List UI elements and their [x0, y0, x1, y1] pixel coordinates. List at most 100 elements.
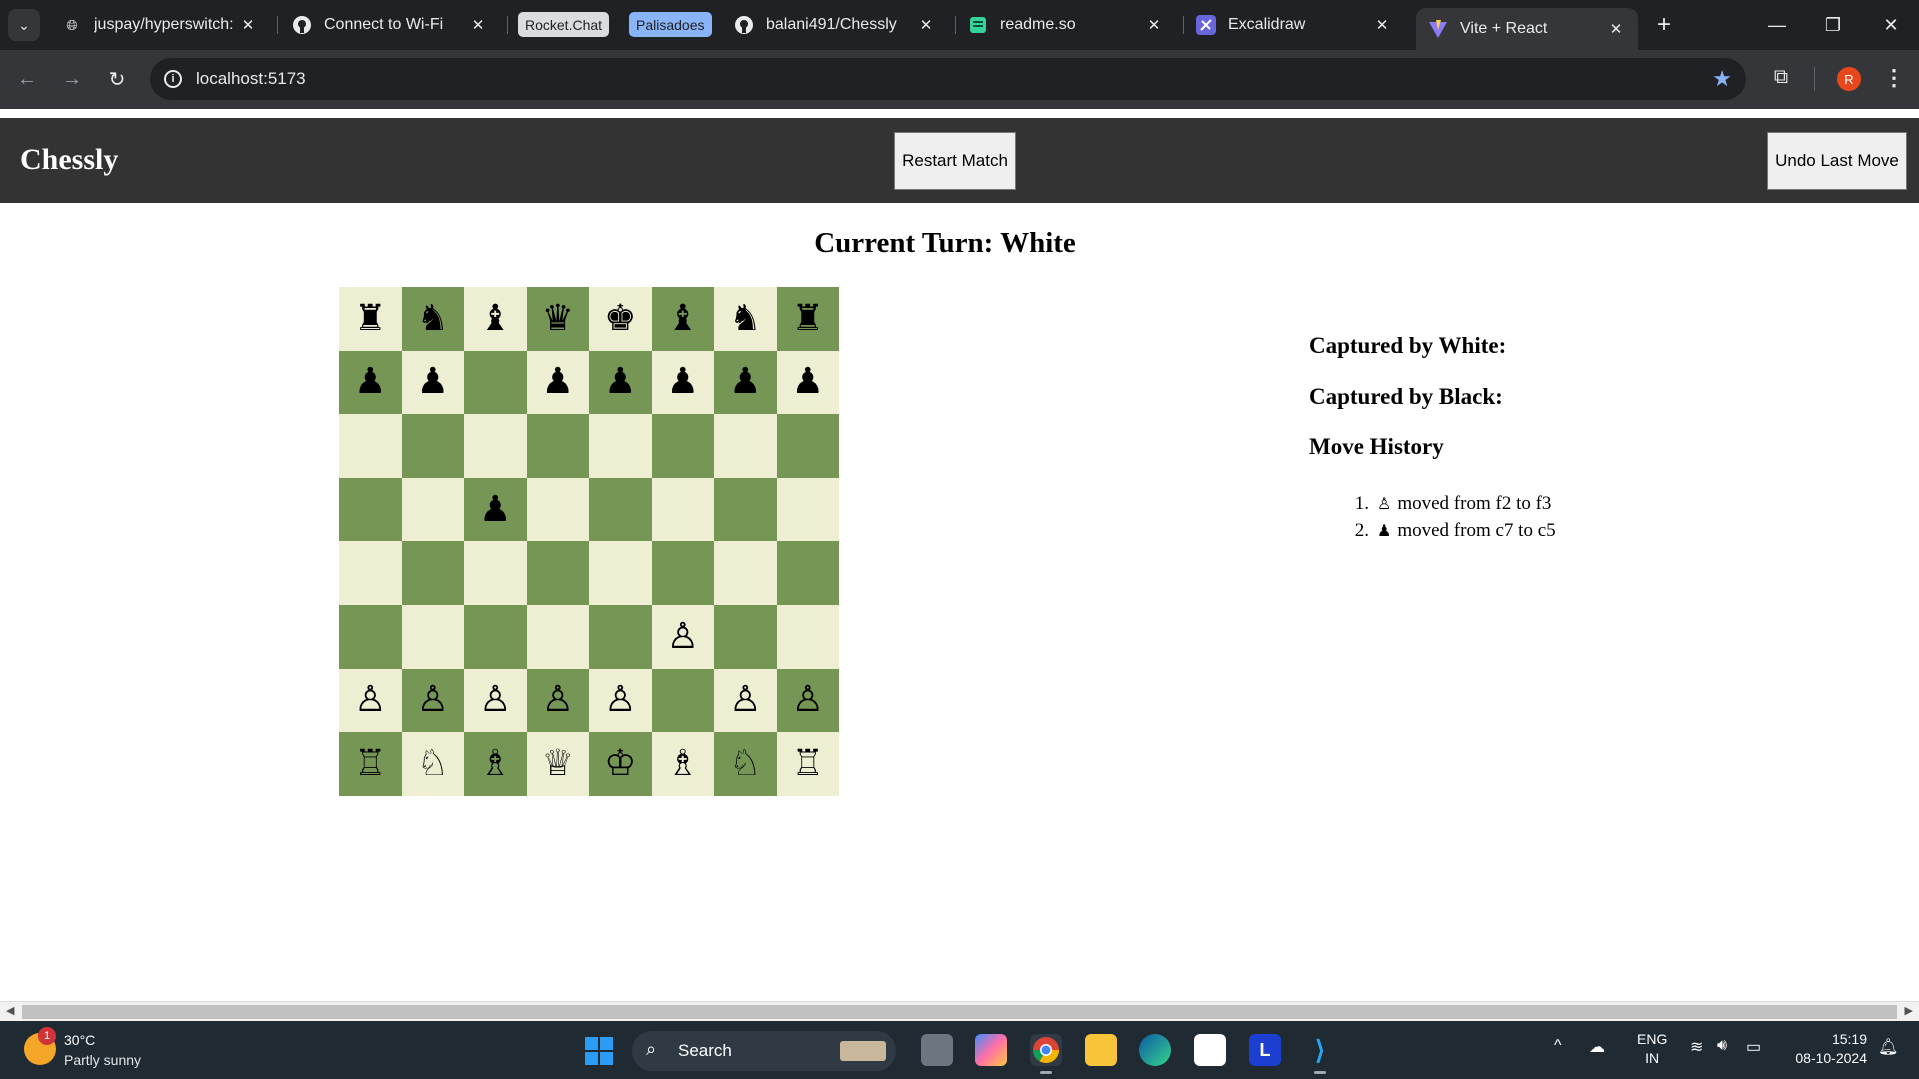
weather-temperature[interactable]: 30°C: [64, 1032, 95, 1048]
bookmark-star-icon[interactable]: ★: [1712, 66, 1732, 92]
show-hidden-icons-chevron-icon[interactable]: ^: [1554, 1037, 1562, 1055]
board-square-h4[interactable]: [776, 541, 839, 605]
volume-icon[interactable]: 🔊︎: [1717, 1037, 1727, 1055]
board-square-d8[interactable]: ♛: [526, 287, 589, 351]
forward-arrow-icon[interactable]: →: [57, 64, 87, 94]
board-square-f6[interactable]: [651, 414, 714, 478]
board-square-h2[interactable]: ♙: [776, 668, 839, 733]
microsoft-store-icon[interactable]: [1194, 1034, 1226, 1066]
l-app-icon[interactable]: L: [1249, 1034, 1281, 1066]
board-square-e6[interactable]: [589, 414, 652, 478]
board-square-f4[interactable]: [651, 541, 714, 605]
board-square-d6[interactable]: [526, 414, 589, 478]
board-square-b7[interactable]: ♟: [401, 350, 464, 415]
close-window-icon[interactable]: ✕: [1876, 10, 1906, 40]
board-square-h7[interactable]: ♟: [776, 350, 839, 415]
board-square-g8[interactable]: ♞: [714, 287, 777, 351]
board-square-f3[interactable]: ♙: [651, 604, 714, 669]
scroll-left-arrow-icon[interactable]: ◀: [6, 1004, 14, 1017]
tab-excalidraw[interactable]: Excalidraw ✕: [1184, 6, 1404, 44]
profile-avatar[interactable]: R: [1837, 67, 1861, 91]
minimize-icon[interactable]: —: [1762, 10, 1792, 40]
board-square-a8[interactable]: ♜: [339, 287, 402, 351]
board-square-c7[interactable]: [464, 350, 527, 415]
board-square-d5[interactable]: [526, 477, 589, 542]
close-tab-icon[interactable]: ✕: [1604, 20, 1628, 38]
tab-group-rocketchat[interactable]: Rocket.Chat: [518, 12, 610, 37]
board-square-e3[interactable]: [589, 604, 652, 669]
board-square-f8[interactable]: ♝: [651, 287, 714, 351]
board-square-h6[interactable]: [776, 414, 839, 478]
board-square-f5[interactable]: [651, 477, 714, 542]
board-square-e5[interactable]: [589, 477, 652, 542]
input-language[interactable]: ENG IN: [1637, 1030, 1667, 1068]
address-bar[interactable]: i localhost:5173 ★: [150, 58, 1746, 100]
file-explorer-icon[interactable]: [1085, 1034, 1117, 1066]
close-tab-icon[interactable]: ✕: [914, 16, 938, 34]
board-square-f1[interactable]: ♗: [651, 732, 714, 796]
tab-connect-wifi[interactable]: Connect to Wi-Fi ✕: [280, 6, 500, 44]
board-square-h5[interactable]: [776, 477, 839, 542]
board-square-a2[interactable]: ♙: [339, 668, 402, 733]
board-square-b3[interactable]: [401, 604, 464, 669]
scrollbar-thumb[interactable]: [22, 1005, 1897, 1019]
horizontal-scrollbar[interactable]: ◀ ▶: [0, 1001, 1919, 1021]
windows-start-icon[interactable]: [585, 1037, 613, 1065]
board-square-d3[interactable]: [526, 604, 589, 669]
extensions-puzzle-icon[interactable]: ⧉: [1769, 65, 1793, 89]
close-tab-icon[interactable]: ✕: [1142, 16, 1166, 34]
board-square-d7[interactable]: ♟: [526, 350, 589, 415]
board-square-c8[interactable]: ♝: [464, 287, 527, 351]
taskbar-search[interactable]: ⌕ Search: [632, 1031, 896, 1071]
board-square-c4[interactable]: [464, 541, 527, 605]
board-square-f2[interactable]: [651, 668, 714, 733]
board-square-a6[interactable]: [339, 414, 402, 478]
reload-icon[interactable]: ↻: [102, 64, 132, 94]
onedrive-cloud-icon[interactable]: ☁: [1589, 1037, 1605, 1057]
board-square-e2[interactable]: ♙: [589, 668, 652, 733]
board-square-c6[interactable]: [464, 414, 527, 478]
new-tab-plus-icon[interactable]: +: [1651, 11, 1677, 38]
close-tab-icon[interactable]: ✕: [1370, 16, 1394, 34]
board-square-e7[interactable]: ♟: [589, 350, 652, 415]
chrome-icon[interactable]: [1030, 1034, 1062, 1074]
board-square-b2[interactable]: ♙: [401, 668, 464, 733]
board-square-c2[interactable]: ♙: [464, 668, 527, 733]
board-square-e4[interactable]: [589, 541, 652, 605]
board-square-f7[interactable]: ♟: [651, 350, 714, 415]
tab-chessly-repo[interactable]: balani491/Chessly ✕: [722, 6, 948, 44]
board-square-d1[interactable]: ♕: [526, 732, 589, 796]
board-square-h1[interactable]: ♖: [776, 732, 839, 796]
board-square-e8[interactable]: ♚: [589, 287, 652, 351]
tab-readme[interactable]: readme.so ✕: [956, 6, 1176, 44]
scroll-right-arrow-icon[interactable]: ▶: [1905, 1004, 1913, 1017]
board-square-a7[interactable]: ♟: [339, 350, 402, 415]
board-square-g7[interactable]: ♟: [714, 350, 777, 415]
board-square-c5[interactable]: ♟: [464, 477, 527, 542]
notifications-icon[interactable]: 🔔︎: [1878, 1037, 1898, 1057]
system-clock[interactable]: 15:19 08-10-2024: [1785, 1030, 1867, 1068]
board-square-c3[interactable]: [464, 604, 527, 669]
battery-icon[interactable]: ▭: [1746, 1037, 1761, 1057]
tab-vite-react[interactable]: Vite + React ✕: [1416, 8, 1638, 50]
board-square-h3[interactable]: [776, 604, 839, 669]
board-square-d2[interactable]: ♙: [526, 668, 589, 733]
back-arrow-icon[interactable]: ←: [12, 64, 42, 94]
board-square-e1[interactable]: ♔: [589, 732, 652, 796]
restore-icon[interactable]: ❐: [1818, 10, 1848, 40]
board-square-b5[interactable]: [401, 477, 464, 542]
board-square-h8[interactable]: ♜: [776, 287, 839, 351]
copilot-icon[interactable]: [975, 1034, 1007, 1066]
board-square-g3[interactable]: [714, 604, 777, 669]
board-square-b1[interactable]: ♘: [401, 732, 464, 796]
url-text[interactable]: localhost:5173: [196, 69, 306, 89]
board-square-c1[interactable]: ♗: [464, 732, 527, 796]
board-square-b4[interactable]: [401, 541, 464, 605]
tab-hyperswitch[interactable]: 🌐︎ juspay/hyperswitch: A ✕: [50, 6, 270, 44]
close-tab-icon[interactable]: ✕: [466, 16, 490, 34]
board-square-a3[interactable]: [339, 604, 402, 669]
close-tab-icon[interactable]: ✕: [236, 16, 260, 34]
board-square-b6[interactable]: [401, 414, 464, 478]
vscode-icon[interactable]: ⟩: [1304, 1034, 1336, 1074]
board-square-a1[interactable]: ♖: [339, 732, 402, 796]
